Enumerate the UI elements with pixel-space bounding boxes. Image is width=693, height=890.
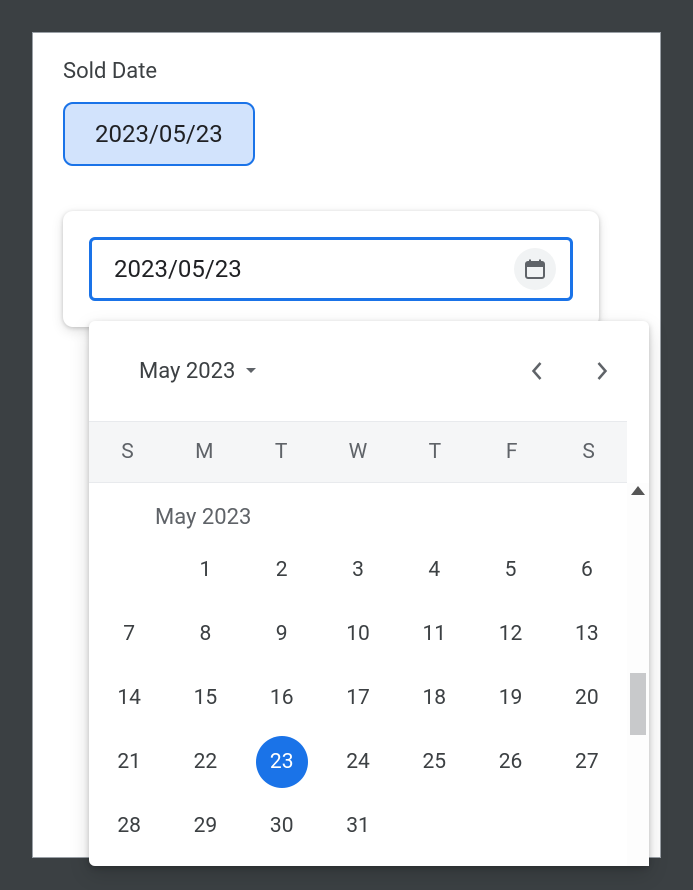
chevron-right-icon: [596, 361, 609, 381]
day-cell[interactable]: 18: [396, 674, 472, 722]
scroll-up-arrow-icon[interactable]: [631, 486, 645, 495]
scroll-thumb[interactable]: [630, 673, 646, 735]
date-input-panel: [63, 211, 599, 327]
prev-month-button[interactable]: [519, 354, 553, 388]
day-cell[interactable]: 13: [549, 610, 625, 658]
day-cell[interactable]: 8: [167, 610, 243, 658]
day-cell[interactable]: 20: [549, 674, 625, 722]
day-cell[interactable]: 4: [396, 546, 472, 594]
chevron-left-icon: [530, 361, 543, 381]
day-cell[interactable]: 30: [244, 802, 320, 850]
weekday-label: S: [550, 440, 627, 464]
day-cell[interactable]: 29: [167, 802, 243, 850]
calendar-popup: May 2023 SMTWTFS May 2023 12345678910111…: [89, 321, 649, 866]
scrollbar[interactable]: [627, 483, 649, 866]
weekday-label: T: [243, 440, 320, 464]
weekday-label: F: [473, 440, 550, 464]
chevron-down-icon: [245, 367, 257, 375]
weekday-label: S: [89, 440, 166, 464]
calendar-scroll-area: May 2023 1234567891011121314151617181920…: [89, 483, 649, 866]
month-year-selector[interactable]: May 2023: [139, 359, 257, 384]
date-input-field[interactable]: [114, 255, 514, 283]
day-cell[interactable]: 5: [472, 546, 548, 594]
day-cell[interactable]: 25: [396, 738, 472, 786]
day-cell[interactable]: 9: [244, 610, 320, 658]
day-cell[interactable]: 2: [244, 546, 320, 594]
form-card: Sold Date 2023/05/23 May 2023: [32, 32, 661, 858]
day-cell[interactable]: 21: [91, 738, 167, 786]
day-cell[interactable]: 31: [320, 802, 396, 850]
calendar-header: May 2023: [89, 321, 649, 421]
weekday-label: W: [320, 440, 397, 464]
day-cell[interactable]: 24: [320, 738, 396, 786]
day-cell[interactable]: 11: [396, 610, 472, 658]
day-cell[interactable]: 16: [244, 674, 320, 722]
month-title: May 2023: [89, 487, 627, 546]
day-cell[interactable]: 10: [320, 610, 396, 658]
day-cell[interactable]: 27: [549, 738, 625, 786]
month-body: May 2023 1234567891011121314151617181920…: [89, 483, 627, 866]
day-cell[interactable]: 19: [472, 674, 548, 722]
day-cell[interactable]: 15: [167, 674, 243, 722]
weekday-header: SMTWTFS: [89, 421, 627, 483]
weekday-label: M: [166, 440, 243, 464]
month-year-label: May 2023: [139, 359, 235, 384]
day-cell[interactable]: 7: [91, 610, 167, 658]
calendar-icon-button[interactable]: [514, 248, 556, 290]
calendar-icon: [523, 257, 547, 281]
month-nav: [519, 354, 619, 388]
next-month-button[interactable]: [585, 354, 619, 388]
day-cell[interactable]: 17: [320, 674, 396, 722]
day-cell[interactable]: 28: [91, 802, 167, 850]
date-input-wrapper[interactable]: [89, 237, 573, 301]
day-cell[interactable]: 6: [549, 546, 625, 594]
day-cell[interactable]: 22: [167, 738, 243, 786]
day-cell[interactable]: 26: [472, 738, 548, 786]
weekday-label: T: [396, 440, 473, 464]
days-grid: 1234567891011121314151617181920212223242…: [89, 546, 627, 850]
day-cell[interactable]: 1: [167, 546, 243, 594]
day-cell[interactable]: 3: [320, 546, 396, 594]
day-cell[interactable]: 12: [472, 610, 548, 658]
field-label-sold-date: Sold Date: [63, 59, 630, 84]
day-cell[interactable]: 23: [244, 738, 320, 786]
day-cell[interactable]: 14: [91, 674, 167, 722]
sold-date-chip[interactable]: 2023/05/23: [63, 102, 255, 166]
day-cell-empty: [91, 546, 167, 594]
